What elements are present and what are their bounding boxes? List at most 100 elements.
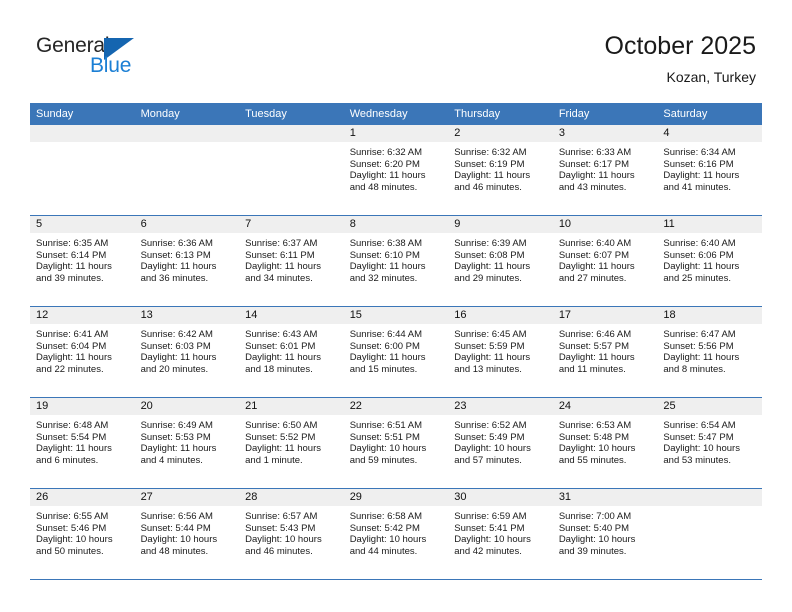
calendar-cell[interactable]: 24 Sunrise: 6:53 AM Sunset: 5:48 PM Dayligh… (552, 397, 658, 489)
daylight-duration-line2: and 34 minutes. (245, 272, 313, 284)
calendar-cell[interactable]: 1 Sunrise: 6:32 AM Sunset: 6:20 PM Daylight… (343, 125, 449, 216)
calendar-cell[interactable]: 11 Sunrise: 6:40 AM Sunset: 6:06 PM Dayligh… (657, 215, 762, 307)
daylight-duration-line2: and 44 minutes. (349, 545, 418, 557)
calendar-cell[interactable]: 31 Sunrise: 7:00 AM Sunset: 5:40 PM Dayligh… (552, 488, 658, 580)
calendar-day[interactable]: 15 Sunrise: 6:44 AM Sunset: 6:00 PM Dayligh… (343, 307, 449, 397)
calendar-day[interactable]: 14 Sunrise: 6:43 AM Sunset: 6:01 PM Dayligh… (239, 307, 344, 397)
calendar-cell[interactable]: 5 Sunrise: 6:35 AM Sunset: 6:14 PM Daylight… (30, 215, 135, 307)
calendar-cell[interactable]: 2 Sunrise: 6:32 AM Sunset: 6:19 PM Daylight… (448, 125, 553, 216)
calendar-day[interactable]: 4 Sunrise: 6:34 AM Sunset: 6:16 PM Daylight… (657, 125, 762, 215)
sun-info: Sunrise: 6:42 AM Sunset: 6:03 PM Daylight:… (135, 324, 240, 375)
calendar-day[interactable]: 27 Sunrise: 6:56 AM Sunset: 5:44 PM Dayligh… (134, 489, 240, 579)
sun-info: Sunrise: 6:57 AM Sunset: 5:43 PM Daylight:… (239, 506, 344, 557)
daylight-duration-line1: Daylight: 11 hours (663, 261, 740, 273)
calendar-cell[interactable]: 14 Sunrise: 6:43 AM Sunset: 6:01 PM Dayligh… (239, 306, 344, 398)
calendar-day[interactable]: 17 Sunrise: 6:46 AM Sunset: 5:57 PM Dayligh… (552, 307, 658, 397)
calendar-day[interactable]: 1 Sunrise: 6:32 AM Sunset: 6:20 PM Daylight… (343, 125, 449, 215)
calendar-day[interactable]: 26 Sunrise: 6:55 AM Sunset: 5:46 PM Dayligh… (30, 489, 135, 579)
sunrise-time: Sunrise: 6:54 AM (663, 420, 736, 431)
sun-info: Sunrise: 6:32 AM Sunset: 6:19 PM Daylight:… (448, 142, 553, 193)
calendar-cell[interactable]: 4 Sunrise: 6:34 AM Sunset: 6:16 PM Daylight… (657, 125, 762, 216)
sun-info: Sunrise: 6:40 AM Sunset: 6:07 PM Daylight:… (553, 233, 658, 284)
daylight-duration-line2: and 8 minutes. (663, 363, 726, 375)
calendar-day[interactable]: 13 Sunrise: 6:42 AM Sunset: 6:03 PM Dayligh… (134, 307, 240, 397)
calendar-day[interactable]: 24 Sunrise: 6:53 AM Sunset: 5:48 PM Dayligh… (552, 398, 658, 488)
calendar-day[interactable]: 28 Sunrise: 6:57 AM Sunset: 5:43 PM Dayligh… (239, 489, 344, 579)
calendar-cell[interactable]: 16 Sunrise: 6:45 AM Sunset: 5:59 PM Dayligh… (448, 306, 553, 398)
calendar-cell[interactable]: 13 Sunrise: 6:42 AM Sunset: 6:03 PM Dayligh… (134, 306, 240, 398)
calendar-day[interactable]: 12 Sunrise: 6:41 AM Sunset: 6:04 PM Dayligh… (30, 307, 135, 397)
daylight-duration-line1: Daylight: 11 hours (140, 261, 217, 273)
calendar-day[interactable]: 30 Sunrise: 6:59 AM Sunset: 5:41 PM Dayligh… (448, 489, 553, 579)
calendar-cell[interactable]: 29 Sunrise: 6:58 AM Sunset: 5:42 PM Dayligh… (343, 488, 449, 580)
calendar-cell[interactable]: 12 Sunrise: 6:41 AM Sunset: 6:04 PM Dayligh… (30, 306, 135, 398)
calendar-cell[interactable]: 15 Sunrise: 6:44 AM Sunset: 6:00 PM Dayligh… (343, 306, 449, 398)
day-number: 27 (134, 489, 240, 506)
calendar-cell[interactable]: 9 Sunrise: 6:39 AM Sunset: 6:08 PM Daylight… (448, 215, 553, 307)
calendar-cell[interactable]: 23 Sunrise: 6:52 AM Sunset: 5:49 PM Dayligh… (448, 397, 553, 489)
calendar-cell[interactable]: 26 Sunrise: 6:55 AM Sunset: 5:46 PM Dayligh… (30, 488, 135, 580)
calendar-page: General Blue October 2025 Kozan, Turkey … (0, 0, 792, 612)
daylight-duration-line1: Daylight: 10 hours (454, 534, 531, 546)
calendar-cell[interactable]: 22 Sunrise: 6:51 AM Sunset: 5:51 PM Dayligh… (343, 397, 449, 489)
sunrise-time: Sunrise: 6:55 AM (36, 511, 109, 522)
calendar-day[interactable]: 2 Sunrise: 6:32 AM Sunset: 6:19 PM Daylight… (448, 125, 553, 215)
calendar-day[interactable]: 7 Sunrise: 6:37 AM Sunset: 6:11 PM Daylight… (239, 216, 344, 306)
daylight-duration-line1: Daylight: 11 hours (245, 261, 321, 273)
calendar-cell[interactable]: 18 Sunrise: 6:47 AM Sunset: 5:56 PM Dayligh… (657, 306, 762, 398)
calendar-day[interactable]: 8 Sunrise: 6:38 AM Sunset: 6:10 PM Daylight… (343, 216, 449, 306)
sun-info: Sunrise: 6:53 AM Sunset: 5:48 PM Daylight:… (553, 415, 658, 466)
calendar-cell[interactable] (30, 125, 135, 216)
calendar-day[interactable]: 21 Sunrise: 6:50 AM Sunset: 5:52 PM Dayligh… (239, 398, 344, 488)
calendar-day[interactable]: 20 Sunrise: 6:49 AM Sunset: 5:53 PM Dayligh… (134, 398, 240, 488)
sunset-time: Sunset: 5:59 PM (454, 340, 525, 352)
calendar-day[interactable]: 29 Sunrise: 6:58 AM Sunset: 5:42 PM Dayligh… (343, 489, 449, 579)
calendar-day[interactable]: 31 Sunrise: 7:00 AM Sunset: 5:40 PM Dayligh… (552, 489, 658, 579)
calendar-cell[interactable]: 27 Sunrise: 6:56 AM Sunset: 5:44 PM Dayligh… (134, 488, 240, 580)
calendar-day[interactable]: 5 Sunrise: 6:35 AM Sunset: 6:14 PM Daylight… (30, 216, 135, 306)
calendar-day[interactable]: 9 Sunrise: 6:39 AM Sunset: 6:08 PM Daylight… (448, 216, 553, 306)
calendar-cell[interactable]: 28 Sunrise: 6:57 AM Sunset: 5:43 PM Dayligh… (239, 488, 344, 580)
calendar-day[interactable]: 3 Sunrise: 6:33 AM Sunset: 6:17 PM Daylight… (552, 125, 658, 215)
day-number: 17 (552, 307, 658, 324)
calendar-day[interactable]: 22 Sunrise: 6:51 AM Sunset: 5:51 PM Dayligh… (343, 398, 449, 488)
calendar-day[interactable]: 19 Sunrise: 6:48 AM Sunset: 5:54 PM Dayligh… (30, 398, 135, 488)
calendar-cell[interactable]: 7 Sunrise: 6:37 AM Sunset: 6:11 PM Daylight… (239, 215, 344, 307)
daylight-duration-line2: and 1 minute. (245, 454, 303, 466)
calendar-cell[interactable]: 8 Sunrise: 6:38 AM Sunset: 6:10 PM Daylight… (343, 215, 449, 307)
daylight-duration-line2: and 59 minutes. (349, 454, 418, 466)
calendar-day[interactable]: 11 Sunrise: 6:40 AM Sunset: 6:06 PM Dayligh… (657, 216, 762, 306)
sun-info: Sunrise: 6:40 AM Sunset: 6:06 PM Daylight:… (657, 233, 762, 284)
sun-info: Sunrise: 6:45 AM Sunset: 5:59 PM Daylight:… (448, 324, 553, 375)
calendar-cell[interactable]: 25 Sunrise: 6:54 AM Sunset: 5:47 PM Dayligh… (657, 397, 762, 489)
calendar-cell[interactable] (239, 125, 344, 216)
calendar-day[interactable]: 6 Sunrise: 6:36 AM Sunset: 6:13 PM Daylight… (134, 216, 240, 306)
calendar-cell[interactable]: 10 Sunrise: 6:40 AM Sunset: 6:07 PM Dayligh… (552, 215, 658, 307)
calendar-cell[interactable]: 20 Sunrise: 6:49 AM Sunset: 5:53 PM Dayligh… (134, 397, 240, 489)
calendar-cell[interactable]: 30 Sunrise: 6:59 AM Sunset: 5:41 PM Dayligh… (448, 488, 553, 580)
sunset-time: Sunset: 6:03 PM (140, 340, 211, 352)
calendar-cell[interactable]: 19 Sunrise: 6:48 AM Sunset: 5:54 PM Dayligh… (30, 397, 135, 489)
calendar-day[interactable]: 16 Sunrise: 6:45 AM Sunset: 5:59 PM Dayligh… (448, 307, 553, 397)
weekday-header-row: Sunday Monday Tuesday Wednesday Thursday… (30, 103, 762, 125)
sun-info: Sunrise: 6:36 AM Sunset: 6:13 PM Daylight:… (135, 233, 240, 284)
sunset-time: Sunset: 5:41 PM (454, 522, 525, 534)
calendar-cell[interactable]: 6 Sunrise: 6:36 AM Sunset: 6:13 PM Daylight… (134, 215, 240, 307)
calendar-cell[interactable]: 3 Sunrise: 6:33 AM Sunset: 6:17 PM Daylight… (552, 125, 658, 216)
calendar-day-empty (657, 489, 762, 579)
weekday-header-tuesday: Tuesday (239, 103, 344, 125)
calendar-cell[interactable]: 21 Sunrise: 6:50 AM Sunset: 5:52 PM Dayligh… (239, 397, 344, 489)
calendar-day[interactable]: 23 Sunrise: 6:52 AM Sunset: 5:49 PM Dayligh… (448, 398, 553, 488)
calendar-day[interactable]: 10 Sunrise: 6:40 AM Sunset: 6:07 PM Dayligh… (552, 216, 658, 306)
calendar-cell[interactable]: 17 Sunrise: 6:46 AM Sunset: 5:57 PM Dayligh… (552, 306, 658, 398)
sunrise-time: Sunrise: 6:32 AM (454, 147, 527, 158)
sun-info: Sunrise: 7:00 AM Sunset: 5:40 PM Daylight:… (553, 506, 658, 557)
daylight-duration-line2: and 32 minutes. (349, 272, 418, 284)
sunset-time: Sunset: 6:07 PM (558, 249, 630, 261)
sunset-time: Sunset: 6:10 PM (349, 249, 420, 261)
calendar-cell[interactable] (134, 125, 240, 216)
calendar-day[interactable]: 25 Sunrise: 6:54 AM Sunset: 5:47 PM Dayligh… (657, 398, 762, 488)
calendar-day[interactable]: 18 Sunrise: 6:47 AM Sunset: 5:56 PM Dayligh… (657, 307, 762, 397)
calendar-cell[interactable] (657, 488, 762, 580)
sunset-time: Sunset: 6:19 PM (454, 158, 525, 170)
